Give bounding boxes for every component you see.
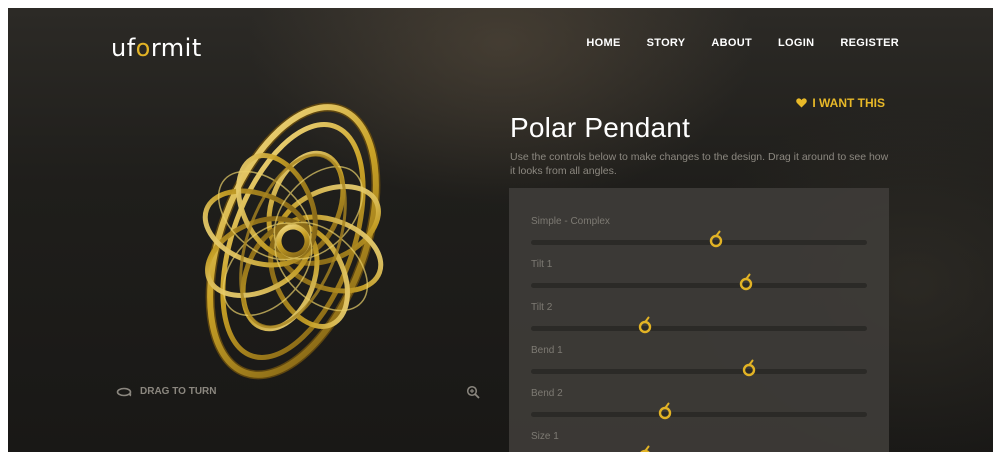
ufo-rmit-logo[interactable]: uformit (111, 34, 202, 62)
slider-track[interactable] (531, 369, 867, 374)
heart-icon (796, 98, 808, 108)
zoom-in-icon[interactable] (466, 385, 480, 399)
logo-accent: o (135, 34, 151, 62)
control-tilt-1: Tilt 1 (531, 259, 867, 299)
slider-track[interactable] (531, 412, 867, 417)
control-label: Bend 2 (531, 388, 563, 399)
logo-prefix: uf (111, 34, 136, 62)
control-label: Simple - Complex (531, 216, 610, 227)
rotate-icon (116, 387, 132, 396)
control-label: Size 1 (531, 431, 559, 442)
slider-track[interactable] (531, 283, 867, 288)
control-label: Bend 1 (531, 345, 563, 356)
i-want-this-button[interactable]: I WANT THIS (796, 96, 885, 110)
slider-track[interactable] (531, 240, 867, 245)
product-title: Polar Pendant (510, 112, 691, 143)
slider-knob-ring-icon[interactable] (739, 273, 753, 291)
slider-knob-ring-icon[interactable] (638, 445, 652, 452)
control-label: Tilt 2 (531, 302, 553, 313)
product-description: Use the controls below to make changes t… (510, 151, 889, 177)
control-size-1: Size 1 (531, 431, 867, 452)
logo-suffix: rmit (150, 34, 202, 62)
pendant-3d-model[interactable] (193, 91, 393, 391)
slider-knob-ring-icon[interactable] (742, 359, 756, 377)
drag-to-turn-label: DRAG TO TURN (140, 386, 217, 397)
nav-login[interactable]: LOGIN (778, 37, 814, 49)
app-frame: uformit HOME STORY ABOUT LOGIN REGISTER (8, 8, 993, 452)
nav-home[interactable]: HOME (586, 37, 620, 49)
nav-story[interactable]: STORY (647, 37, 686, 49)
nav-register[interactable]: REGISTER (840, 37, 899, 49)
control-bend-1: Bend 1 (531, 345, 867, 385)
control-tilt-2: Tilt 2 (531, 302, 867, 342)
drag-to-turn-hint[interactable]: DRAG TO TURN (116, 386, 216, 397)
slider-track[interactable] (531, 326, 867, 331)
main-nav: HOME STORY ABOUT LOGIN REGISTER (586, 37, 899, 49)
i-want-this-label: I WANT THIS (812, 96, 885, 110)
slider-knob-ring-icon[interactable] (638, 316, 652, 334)
nav-about[interactable]: ABOUT (711, 37, 752, 49)
slider-knob-ring-icon[interactable] (658, 402, 672, 420)
slider-knob-ring-icon[interactable] (709, 230, 723, 248)
control-bend-2: Bend 2 (531, 388, 867, 428)
control-label: Tilt 1 (531, 259, 553, 270)
design-controls-panel: Simple - Complex Tilt 1 Tilt 2 Bend 1 Be… (509, 188, 889, 452)
control-simple-complex: Simple - Complex (531, 216, 867, 256)
